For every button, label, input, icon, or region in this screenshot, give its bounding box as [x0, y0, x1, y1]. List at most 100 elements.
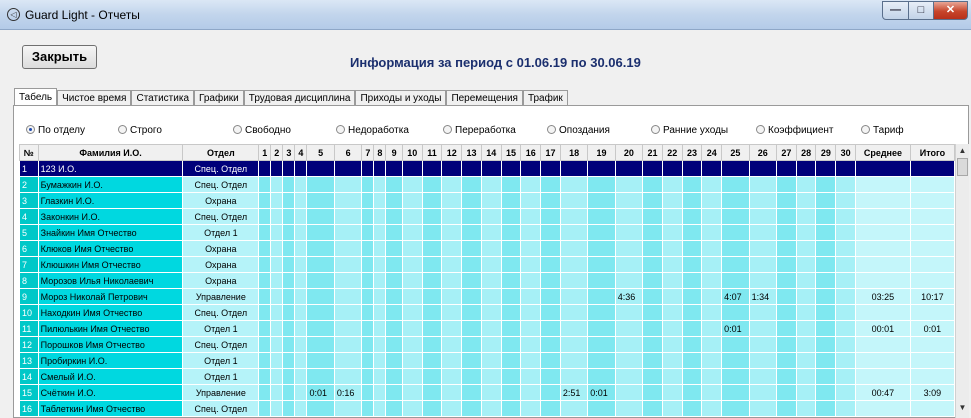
- column-header[interactable]: 15: [500, 144, 522, 161]
- tab-3[interactable]: Графики: [194, 90, 244, 106]
- table-row[interactable]: 12 Порошков Имя Отчество Спец. Отдел: [19, 336, 955, 353]
- day-cell: [795, 400, 817, 417]
- minimize-button[interactable]: —: [882, 1, 909, 20]
- column-header[interactable]: 11: [421, 144, 443, 161]
- day-cell: [642, 192, 663, 209]
- day-cell: [775, 192, 797, 209]
- day-cell: [748, 208, 777, 225]
- day-cell: [361, 320, 375, 337]
- column-header[interactable]: 12: [441, 144, 463, 161]
- day-cell: [815, 368, 837, 385]
- column-header[interactable]: 24: [701, 144, 723, 161]
- column-header[interactable]: 22: [661, 144, 683, 161]
- option-radio-8[interactable]: Тариф: [861, 125, 904, 136]
- close-button[interactable]: Закрыть: [22, 45, 97, 69]
- day-cell: [421, 160, 443, 177]
- radio-icon[interactable]: [756, 125, 765, 134]
- tab-6[interactable]: Перемещения: [446, 90, 523, 106]
- scroll-down-icon[interactable]: ▼: [956, 402, 969, 414]
- column-header[interactable]: 9: [385, 144, 403, 161]
- column-header[interactable]: 16: [520, 144, 542, 161]
- column-header[interactable]: 18: [559, 144, 589, 161]
- column-header[interactable]: 10: [401, 144, 423, 161]
- column-header[interactable]: 13: [461, 144, 482, 161]
- radio-icon[interactable]: [443, 125, 452, 134]
- column-header[interactable]: №: [19, 144, 39, 161]
- option-radio-2[interactable]: Свободно: [233, 125, 291, 136]
- table-row[interactable]: 14 Смелый И.О. Отдел 1: [19, 368, 955, 385]
- option-radio-4[interactable]: Переработка: [443, 125, 516, 136]
- table-row[interactable]: 1 123 И.О. Спец. Отдел: [19, 160, 955, 177]
- column-header[interactable]: Итого: [909, 144, 955, 161]
- option-radio-0[interactable]: По отделу: [26, 125, 85, 136]
- option-radio-1[interactable]: Строго: [118, 125, 162, 136]
- column-header[interactable]: 30: [835, 144, 856, 161]
- radio-icon[interactable]: [26, 125, 35, 134]
- day-cell: [421, 208, 443, 225]
- tab-1[interactable]: Чистое время: [57, 90, 132, 106]
- tab-5[interactable]: Приходы и уходы: [355, 90, 447, 106]
- table-row[interactable]: 11 Пилюлькин Имя Отчество Отдел 1 0:01 00:01…: [19, 320, 955, 337]
- day-cell: [401, 176, 423, 193]
- column-header[interactable]: 23: [681, 144, 703, 161]
- option-label: Тариф: [873, 125, 904, 136]
- close-window-button[interactable]: ✕: [933, 1, 968, 20]
- radio-icon[interactable]: [118, 125, 127, 134]
- column-header[interactable]: 25: [721, 144, 750, 161]
- radio-icon[interactable]: [651, 125, 660, 134]
- column-header[interactable]: 17: [540, 144, 561, 161]
- column-header[interactable]: 6: [333, 144, 363, 161]
- column-header[interactable]: 28: [795, 144, 817, 161]
- table-row[interactable]: 7 Клюшкин Имя Отчество Охрана: [19, 256, 955, 273]
- scroll-up-icon[interactable]: ▲: [956, 145, 969, 157]
- day-cell: [282, 320, 296, 337]
- scroll-thumb[interactable]: [957, 158, 968, 176]
- table-row[interactable]: 9 Мороз Николай Петрович Управление 4:36 4:0…: [19, 288, 955, 305]
- column-header[interactable]: 19: [587, 144, 616, 161]
- radio-icon[interactable]: [336, 125, 345, 134]
- column-header[interactable]: 27: [775, 144, 797, 161]
- vertical-scrollbar[interactable]: ▲ ▼: [955, 144, 969, 418]
- column-header[interactable]: 26: [748, 144, 777, 161]
- tab-2[interactable]: Статистика: [131, 90, 195, 106]
- table-row[interactable]: 4 Законкин И.О. Спец. Отдел: [19, 208, 955, 225]
- table-row[interactable]: 5 Знайкин Имя Отчество Отдел 1: [19, 224, 955, 241]
- column-header[interactable]: 4: [294, 144, 308, 161]
- column-header[interactable]: 7: [361, 144, 375, 161]
- table-row[interactable]: 16 Таблеткин Имя Отчество Спец. Отдел: [19, 400, 955, 417]
- radio-icon[interactable]: [861, 125, 870, 134]
- tab-0[interactable]: Табель: [14, 88, 58, 106]
- column-header[interactable]: 29: [815, 144, 837, 161]
- row-number: 11: [19, 320, 39, 337]
- table-row[interactable]: 10 Находкин Имя Отчество Спец. Отдел: [19, 304, 955, 321]
- column-header[interactable]: 5: [306, 144, 335, 161]
- day-cell: [401, 304, 423, 321]
- option-radio-3[interactable]: Недоработка: [336, 125, 409, 136]
- column-header[interactable]: Отдел: [182, 144, 260, 161]
- column-header[interactable]: 14: [480, 144, 502, 161]
- column-header[interactable]: 21: [642, 144, 663, 161]
- maximize-button[interactable]: □: [908, 1, 934, 20]
- column-header[interactable]: 2: [270, 144, 284, 161]
- table-row[interactable]: 6 Клюков Имя Отчество Охрана: [19, 240, 955, 257]
- column-header[interactable]: 20: [614, 144, 644, 161]
- tab-4[interactable]: Трудовая дисциплина: [243, 90, 356, 106]
- column-header[interactable]: 1: [258, 144, 272, 161]
- table-row[interactable]: 8 Морозов Илья Николаевич Охрана: [19, 272, 955, 289]
- table-row[interactable]: 2 Бумажкин И.О. Спец. Отдел: [19, 176, 955, 193]
- tab-7[interactable]: Трафик: [522, 90, 568, 106]
- radio-icon[interactable]: [233, 125, 242, 134]
- day-cell: [775, 272, 797, 289]
- table-row[interactable]: 15 Счёткин И.О. Управление 0:01 0:16 2:51 0:01…: [19, 384, 955, 401]
- column-header[interactable]: Среднее: [854, 144, 911, 161]
- option-radio-5[interactable]: Опоздания: [547, 125, 610, 136]
- table-row[interactable]: 3 Глазкин И.О. Охрана: [19, 192, 955, 209]
- department: Охрана: [182, 256, 260, 273]
- option-radio-7[interactable]: Коэффициент: [756, 125, 834, 136]
- column-header[interactable]: 8: [373, 144, 387, 161]
- option-radio-6[interactable]: Ранние уходы: [651, 125, 728, 136]
- column-header[interactable]: Фамилия И.О.: [37, 144, 184, 161]
- column-header[interactable]: 3: [282, 144, 296, 161]
- table-row[interactable]: 13 Пробиркин И.О. Отдел 1: [19, 352, 955, 369]
- radio-icon[interactable]: [547, 125, 556, 134]
